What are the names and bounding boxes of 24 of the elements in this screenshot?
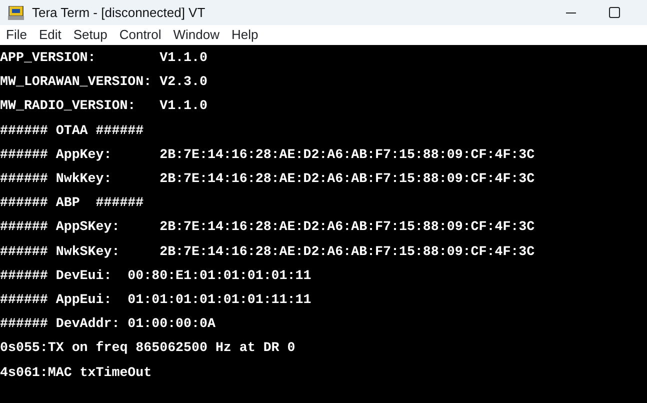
terminal-line: ###### ABP ######	[0, 194, 145, 212]
terminal-line: ###### DevEui: 00:80:E1:01:01:01:01:11	[0, 266, 312, 285]
terminal-line: MW_RADIO_VERSION: V1.1.0	[0, 97, 208, 116]
terminal-line: APP_VERSION: V1.1.0	[0, 49, 208, 67]
menu-item[interactable]: Edit	[32, 25, 68, 45]
terminal-line: MW_LORAWAN_VERSION: V2.3.0	[0, 73, 208, 92]
minimize-icon	[566, 12, 576, 14]
menu-item[interactable]: Window	[167, 25, 226, 45]
menu-item[interactable]: Help	[226, 25, 264, 45]
terminal-line: 0s055:TX on freq 865062500 Hz at DR 0	[0, 339, 296, 358]
terminal-line: ###### AppEui: 01:01:01:01:01:01:11:11	[0, 291, 312, 310]
maximize-icon	[609, 6, 621, 18]
menu-item[interactable]: Control	[113, 25, 168, 45]
terminal-line: ###### NwkKey: 2B:7E:14:16:28:AE:D2:A6:AB:F7:15:88:09:CF:4F:3C	[0, 170, 536, 188]
terminal-line: ###### AppSKey: 2B:7E:14:16:28:AE:D2:A6:AB:F7:15:88:09:CF:4F:3C	[0, 218, 536, 236]
menu-item[interactable]: File	[0, 25, 33, 45]
app-icon	[8, 6, 24, 20]
terminal-line: ###### OTAA ######	[0, 122, 145, 140]
terminal-line: 4s061:MAC txTimeOut	[0, 364, 153, 382]
terminal-line: ###### DevAddr: 01:00:00:0A	[0, 315, 216, 334]
menu-item[interactable]: Setup	[67, 25, 114, 45]
terminal-line: ###### NwkSKey: 2B:7E:14:16:28:AE:D2:A6:AB:F7:15:88:09:CF:4F:3C	[0, 242, 536, 261]
window-title: Tera Term - [disconnected] VT	[32, 4, 206, 22]
terminal-line: ###### AppKey: 2B:7E:14:16:28:AE:D2:A6:AB:F7:15:88:09:CF:4F:3C	[0, 146, 536, 164]
